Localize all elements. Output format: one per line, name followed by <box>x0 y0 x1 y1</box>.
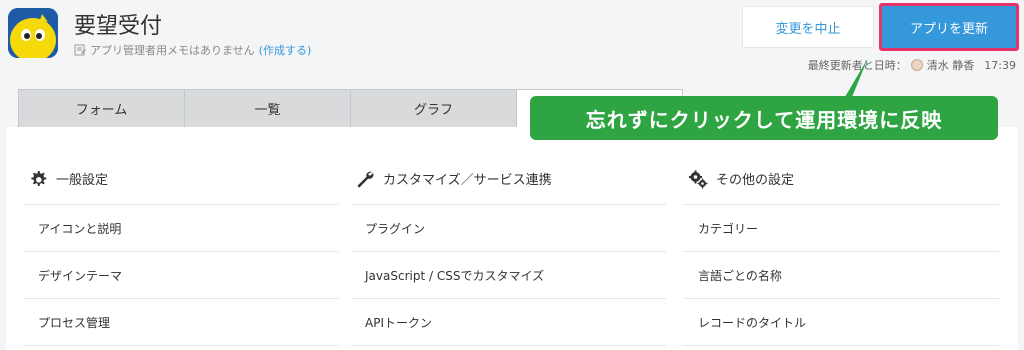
settings-item-design-theme[interactable]: デザインテーマ <box>24 252 339 299</box>
gears-icon <box>689 170 708 188</box>
last-updated-time: 17:39 <box>984 58 1016 72</box>
tab-form[interactable]: フォーム <box>18 89 185 127</box>
memo-text: アプリ管理者用メモはありません <box>90 44 255 57</box>
update-app-highlight: アプリを更新 <box>879 3 1019 51</box>
gear-icon <box>31 170 47 186</box>
settings-item-category[interactable]: カテゴリー <box>684 205 999 252</box>
settings-item-api-token[interactable]: APIトークン <box>351 299 666 346</box>
section-title: その他の設定 <box>716 173 795 188</box>
settings-item-icon-description[interactable]: アイコンと説明 <box>24 205 339 252</box>
section-title: 一般設定 <box>56 173 109 188</box>
section-other: その他の設定 カテゴリー 言語ごとの名称 レコードのタイトル <box>684 127 999 346</box>
update-app-button[interactable]: アプリを更新 <box>882 6 1016 48</box>
memo-edit-icon <box>74 44 86 56</box>
user-avatar <box>910 59 923 71</box>
section-header: 一般設定 <box>24 127 339 205</box>
reminder-callout: 忘れずにクリックして運用環境に反映 <box>530 96 998 140</box>
cancel-changes-button[interactable]: 変更を中止 <box>742 6 874 48</box>
section-title: カスタマイズ／サービス連携 <box>383 173 552 188</box>
wrench-icon <box>357 171 374 187</box>
settings-item-plugins[interactable]: プラグイン <box>351 205 666 252</box>
app-icon <box>8 8 58 58</box>
settings-item-record-title[interactable]: レコードのタイトル <box>684 299 999 346</box>
settings-item-js-css-customize[interactable]: JavaScript / CSSでカスタマイズ <box>351 252 666 299</box>
tab-list[interactable]: 一覧 <box>184 89 351 127</box>
section-customize: カスタマイズ／サービス連携 プラグイン JavaScript / CSSでカスタ… <box>351 127 666 346</box>
settings-panel: 一般設定 アイコンと説明 デザインテーマ プロセス管理 カスタマイズ／サービス連… <box>6 127 1018 350</box>
create-memo-link[interactable]: (作成する) <box>259 42 312 58</box>
section-general: 一般設定 アイコンと説明 デザインテーマ プロセス管理 <box>24 127 339 346</box>
tab-graph[interactable]: グラフ <box>350 89 517 127</box>
settings-item-process-management[interactable]: プロセス管理 <box>24 299 339 346</box>
settings-item-language-names[interactable]: 言語ごとの名称 <box>684 252 999 299</box>
admin-memo: アプリ管理者用メモはありません (作成する) <box>74 42 311 58</box>
last-updated-user[interactable]: 清水 静香 <box>927 57 975 73</box>
app-title: 要望受付 <box>74 14 163 39</box>
